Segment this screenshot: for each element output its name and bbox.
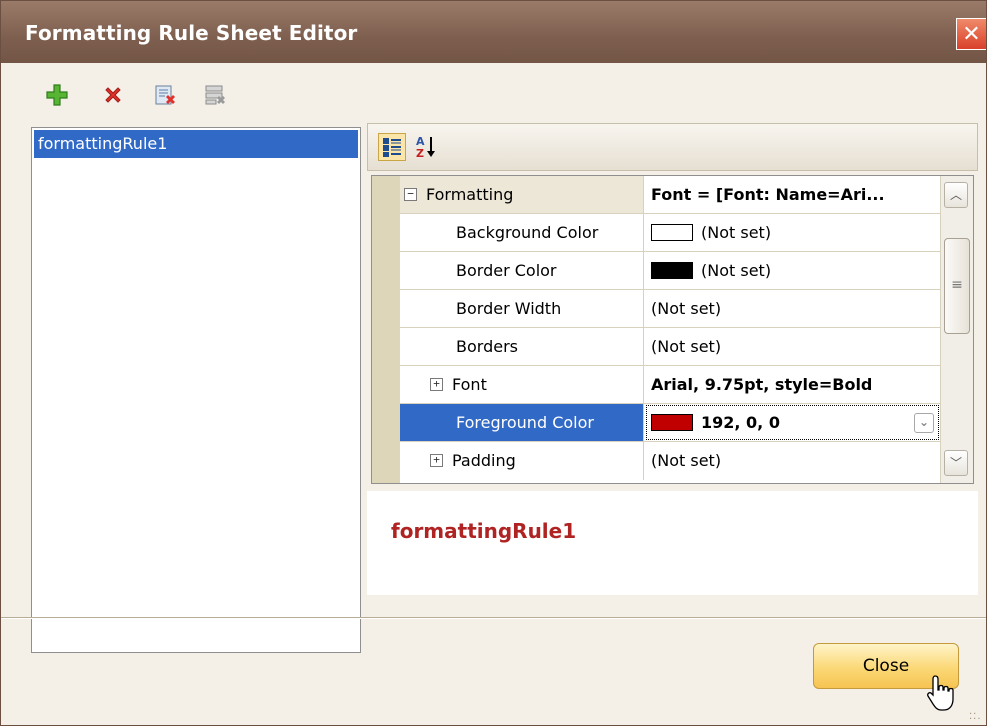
collapse-icon[interactable]: − [404, 188, 417, 201]
title-bar[interactable]: Formatting Rule Sheet Editor ✕ [1, 1, 986, 63]
resize-grip-icon[interactable]: ..... [969, 707, 982, 722]
property-name-cell: Border Width [400, 290, 644, 327]
purge-icon [155, 85, 175, 105]
expand-icon[interactable]: + [430, 378, 443, 391]
purge-all-button[interactable] [197, 77, 233, 113]
color-swatch-icon [651, 261, 693, 279]
add-rule-button[interactable] [39, 77, 75, 113]
property-value[interactable]: (Not set) [645, 290, 940, 327]
property-grid: A Z − Formatting Font = [Font: Name=Ari.… [367, 123, 978, 486]
property-grid-toolbar: A Z [367, 123, 978, 171]
table-row[interactable]: Border Width (Not set) [400, 290, 940, 328]
description-panel: formattingRule1 [367, 491, 978, 595]
plus-icon [46, 84, 68, 106]
property-name: Padding [452, 451, 516, 470]
property-value[interactable]: Arial, 9.75pt, style=Bold [645, 366, 940, 403]
property-name: Border Width [456, 299, 562, 318]
color-swatch-icon [651, 223, 693, 241]
categorized-button[interactable] [378, 133, 406, 161]
property-value: (Not set) [701, 223, 772, 242]
table-row[interactable]: Background Color (Not set) [400, 214, 940, 252]
delete-x-icon [105, 87, 121, 103]
property-value-cell[interactable]: 192, 0, 0 ⌄ [645, 404, 940, 441]
property-value: 192, 0, 0 [701, 413, 780, 432]
categorized-icon [383, 138, 401, 157]
property-grid-table: − Formatting Font = [Font: Name=Ari... B… [371, 175, 974, 484]
window-title: Formatting Rule Sheet Editor [25, 21, 358, 45]
property-value[interactable]: (Not set) [645, 328, 940, 365]
property-name: Borders [456, 337, 518, 356]
footer-divider-highlight [1, 618, 986, 619]
property-name-cell: − Formatting [400, 176, 644, 213]
sort-az-icon: A Z [416, 135, 435, 160]
rules-list[interactable]: formattingRule1 [31, 127, 361, 653]
property-value: (Not set) [701, 261, 772, 280]
property-name-cell: Border Color [400, 252, 644, 289]
property-value[interactable]: Font = [Font: Name=Ari... [645, 176, 940, 213]
property-name: Font [452, 375, 487, 394]
purge-all-icon [205, 85, 225, 105]
close-window-icon[interactable]: ✕ [956, 18, 986, 50]
scroll-down-icon[interactable]: ﹀ [944, 450, 968, 476]
dialog-body: formattingRule1 A Z − Formatting Font = … [1, 63, 986, 725]
expand-icon[interactable]: + [430, 454, 443, 467]
property-name-cell: Borders [400, 328, 644, 365]
alphabetical-button[interactable]: A Z [412, 133, 440, 161]
table-row[interactable]: − Formatting Font = [Font: Name=Ari... [400, 176, 940, 214]
property-name-cell: Foreground Color [400, 404, 644, 441]
delete-rule-button[interactable] [95, 77, 131, 113]
grid-gutter [372, 176, 400, 483]
description-title: formattingRule1 [391, 519, 577, 543]
list-item[interactable]: formattingRule1 [34, 130, 358, 158]
scrollbar-thumb[interactable]: ≡ [944, 238, 970, 334]
table-row-selected[interactable]: Foreground Color 192, 0, 0 ⌄ [400, 404, 940, 442]
chevron-down-icon[interactable]: ⌄ [914, 413, 934, 433]
property-value[interactable]: (Not set) [645, 442, 940, 480]
purge-rules-button[interactable] [147, 77, 183, 113]
property-value-cell[interactable]: (Not set) [645, 252, 940, 289]
vertical-scrollbar[interactable]: ︿ ≡ ﹀ [940, 176, 973, 483]
property-name: Foreground Color [456, 413, 594, 432]
scroll-up-icon[interactable]: ︿ [944, 182, 968, 208]
hand-cursor-icon [927, 675, 954, 711]
property-value-cell[interactable]: (Not set) [645, 214, 940, 251]
property-name-cell: + Padding [400, 442, 644, 480]
property-name: Background Color [456, 223, 599, 242]
property-name-cell: Background Color [400, 214, 644, 251]
table-row[interactable]: + Font Arial, 9.75pt, style=Bold [400, 366, 940, 404]
svg-text:Z: Z [416, 147, 424, 160]
table-row[interactable]: Borders (Not set) [400, 328, 940, 366]
property-name-cell: + Font [400, 366, 644, 403]
table-row[interactable]: Border Color (Not set) [400, 252, 940, 290]
dialog-window: Formatting Rule Sheet Editor ✕ formattin… [0, 0, 987, 726]
property-name: Border Color [456, 261, 557, 280]
property-name: Formatting [426, 185, 514, 204]
color-swatch-icon [651, 413, 693, 431]
table-row[interactable]: + Padding (Not set) [400, 442, 940, 480]
